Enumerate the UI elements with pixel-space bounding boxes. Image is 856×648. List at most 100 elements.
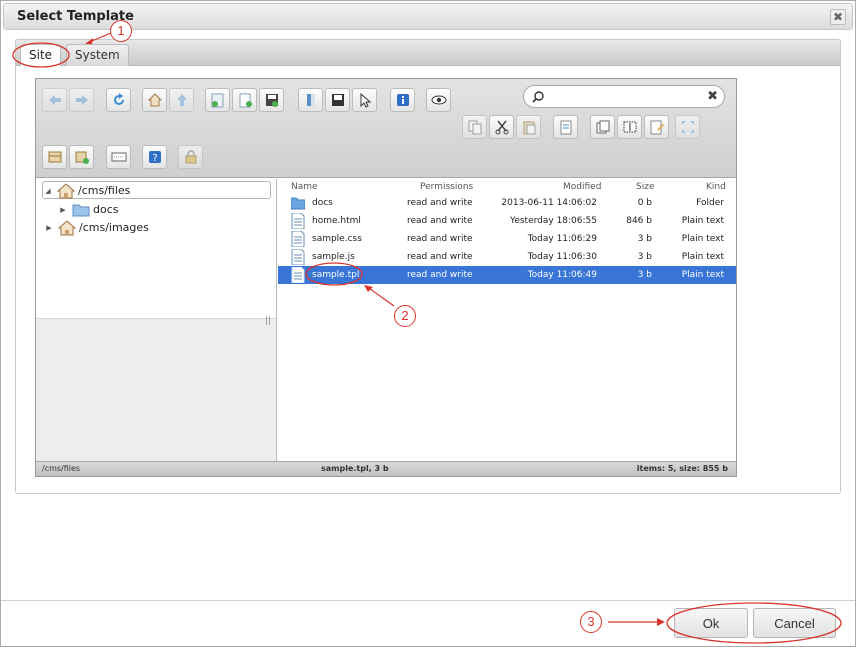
status-selection: sample.tpl, 3 b (321, 464, 389, 473)
column-header-kind[interactable]: Kind (706, 182, 726, 192)
file-modified: 2013-06-11 14:06:02 (501, 198, 597, 208)
duplicate-button[interactable] (553, 115, 578, 139)
home-icon (147, 93, 162, 107)
tab-system[interactable]: System (66, 44, 129, 66)
copy-icon (468, 120, 481, 135)
new-file-icon (239, 93, 252, 108)
extract-button[interactable] (69, 145, 94, 169)
file-row[interactable]: sample.js read and write Today 11:06:30 … (278, 248, 736, 266)
paste-icon (523, 121, 535, 135)
new-file-button[interactable] (232, 88, 257, 112)
copy-button[interactable] (462, 115, 487, 139)
resize-icon (681, 121, 694, 133)
lock-button[interactable] (178, 145, 203, 169)
file-kind: Plain text (681, 252, 724, 262)
file-permissions: read and write (407, 252, 473, 262)
copy-files-icon (596, 120, 609, 134)
upload-button[interactable] (259, 88, 284, 112)
status-summary: items: 5, size: 855 b (636, 464, 728, 473)
up-button[interactable] (169, 88, 194, 112)
forward-button[interactable] (69, 88, 94, 112)
select-button[interactable] (352, 88, 377, 112)
expand-icon[interactable]: ▶ (44, 219, 54, 237)
column-header-modified[interactable]: Modified (563, 182, 601, 192)
save-button[interactable] (325, 88, 350, 112)
reload-button[interactable] (106, 88, 131, 112)
preview-icon (431, 95, 446, 105)
up-icon (176, 94, 187, 106)
tree-item-docs[interactable]: ▶ docs (58, 201, 119, 219)
archive-button[interactable] (42, 145, 67, 169)
tab-site[interactable]: Site (20, 44, 62, 66)
edit-button[interactable] (644, 115, 669, 139)
new-folder-icon (211, 93, 223, 108)
help-icon: ? (148, 151, 161, 164)
file-manager-toolbar: ✖ ? (36, 79, 736, 178)
back-icon (48, 95, 61, 105)
help-button[interactable]: ? (142, 145, 167, 169)
preview-button[interactable] (426, 88, 451, 112)
file-size: 3 b (637, 234, 652, 244)
annotation-marker: 2 (394, 305, 416, 327)
text-file-icon (291, 231, 305, 247)
select-template-dialog: Select Template ✖ Site System ✖ ? ◢ /cms… (0, 0, 856, 647)
ok-button[interactable]: Ok (674, 608, 748, 638)
search-box: ✖ (523, 85, 725, 108)
file-kind: Plain text (681, 270, 724, 280)
resize-button[interactable] (675, 115, 700, 139)
file-size: 846 b (626, 216, 652, 226)
expand-icon[interactable]: ▶ (58, 201, 68, 219)
search-input[interactable] (548, 88, 698, 105)
file-modified: Today 11:06:29 (527, 234, 597, 244)
folder-tree: ◢ /cms/files ▶ docs ▶ /cms/images || (36, 179, 277, 461)
rename-button[interactable] (617, 115, 642, 139)
tree-item-label: /cms/images (79, 221, 149, 234)
tab-strip: Site System (16, 40, 840, 66)
home-folder-icon (57, 220, 76, 236)
column-header-size[interactable]: Size (636, 182, 654, 192)
annotation-marker: 3 (580, 611, 602, 633)
back-button[interactable] (42, 88, 67, 112)
view-button[interactable] (106, 145, 131, 169)
collapse-icon[interactable]: ◢ (43, 182, 53, 200)
file-name: docs (312, 198, 333, 208)
file-row[interactable]: home.html read and write Yesterday 18:06… (278, 212, 736, 230)
tree-item-cms-images[interactable]: ▶ /cms/images (44, 219, 149, 237)
column-header-permissions[interactable]: Permissions (420, 182, 473, 192)
file-kind: Folder (696, 198, 724, 208)
file-modified: Today 11:06:30 (527, 252, 597, 262)
extract-icon (75, 151, 89, 164)
tree-item-cms-files[interactable]: ◢ /cms/files (42, 181, 271, 199)
tree-scroll-area[interactable] (36, 318, 276, 461)
reload-icon (113, 93, 124, 105)
file-modified: Yesterday 18:06:55 (510, 216, 597, 226)
file-row[interactable]: docs read and write 2013-06-11 14:06:02 … (278, 194, 736, 212)
file-name: sample.css (312, 234, 362, 244)
file-size: 3 b (637, 252, 652, 262)
text-file-icon (291, 267, 305, 283)
close-icon[interactable]: ✖ (830, 9, 846, 25)
paste-button[interactable] (516, 115, 541, 139)
copy-files-button[interactable] (590, 115, 615, 139)
search-clear-icon[interactable]: ✖ (707, 88, 718, 105)
view-icon (111, 152, 126, 162)
new-folder-button[interactable] (205, 88, 230, 112)
archive-icon (48, 151, 61, 163)
file-row-selected[interactable]: sample.tpl read and write Today 11:06:49… (278, 266, 736, 284)
svg-text:?: ? (152, 153, 157, 164)
folder-icon (291, 197, 305, 210)
info-button[interactable] (390, 88, 415, 112)
home-button[interactable] (142, 88, 167, 112)
cut-button[interactable] (489, 115, 514, 139)
column-header-name[interactable]: Name (291, 182, 318, 192)
rename-icon (623, 121, 636, 133)
open-icon (306, 94, 315, 106)
file-modified: Today 11:06:49 (527, 270, 597, 280)
file-row[interactable]: sample.css read and write Today 11:06:29… (278, 230, 736, 248)
search-icon (532, 91, 544, 103)
info-icon (396, 94, 409, 106)
footer-divider (1, 600, 855, 601)
open-button[interactable] (298, 88, 323, 112)
resize-grip[interactable]: || (265, 316, 271, 326)
cancel-button[interactable]: Cancel (753, 608, 836, 638)
